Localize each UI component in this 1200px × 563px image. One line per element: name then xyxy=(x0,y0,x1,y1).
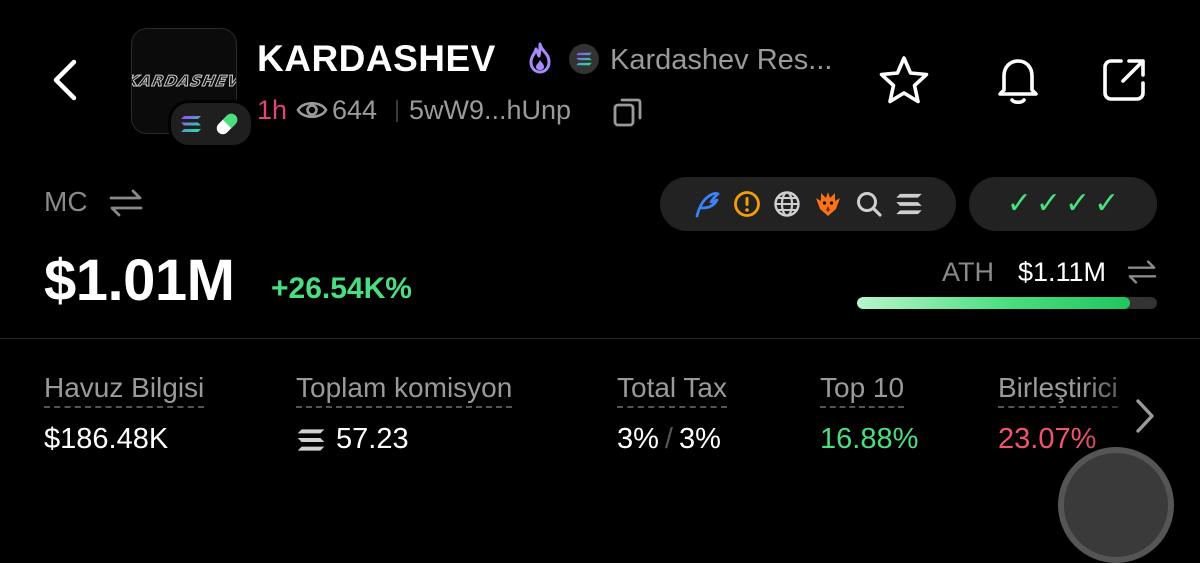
section-divider xyxy=(0,338,1200,339)
bell-icon xyxy=(998,59,1038,105)
chevron-right-icon xyxy=(1136,399,1154,433)
top10-value: 16.88% xyxy=(820,423,919,455)
external-link-icon xyxy=(1103,59,1145,101)
token-age: 1h xyxy=(257,95,288,125)
check-icon: ✓ xyxy=(1035,187,1061,220)
total-commission-value: 57.23 xyxy=(296,423,409,456)
solana-icon[interactable] xyxy=(895,192,923,216)
scroll-right-button[interactable] xyxy=(1134,398,1156,439)
token-title: KARDASHEV xyxy=(257,38,496,79)
chain-badge xyxy=(168,100,254,148)
swap-arrows-icon xyxy=(1127,260,1157,284)
total-tax-value: 3%/3% xyxy=(617,423,721,455)
share-button[interactable] xyxy=(1094,50,1154,110)
buy-tax: 3% xyxy=(617,423,659,455)
solana-icon xyxy=(297,428,325,451)
sell-tax: 3% xyxy=(678,423,721,455)
swap-arrows-icon xyxy=(109,189,143,217)
audit-links[interactable] xyxy=(660,177,956,231)
total-commission-amount: 57.23 xyxy=(336,423,409,455)
avatar-logo: KARDASHEV xyxy=(131,72,237,91)
favorite-button[interactable] xyxy=(874,50,934,110)
ath-progress-fill xyxy=(857,297,1130,309)
feather-icon[interactable] xyxy=(693,190,721,218)
check-icon: ✓ xyxy=(1006,187,1032,220)
pool-info-value: $186.48K xyxy=(44,423,169,455)
project-name-link[interactable]: Kardashev Res... xyxy=(610,44,832,77)
search-icon[interactable] xyxy=(855,190,883,218)
total-commission-label[interactable]: Toplam komisyon xyxy=(296,372,513,408)
pool-info-label[interactable]: Havuz Bilgisi xyxy=(44,372,205,408)
warning-icon[interactable] xyxy=(733,190,761,218)
fire-icon xyxy=(526,42,554,79)
market-cap-value: $1.01M xyxy=(44,248,235,313)
eye-icon xyxy=(296,97,328,128)
copy-icon xyxy=(613,98,642,127)
back-button[interactable] xyxy=(40,55,90,105)
contract-address[interactable]: 5wW9...hUnp xyxy=(409,95,571,126)
total-tax-label[interactable]: Total Tax xyxy=(617,372,727,408)
ath-progress-bar xyxy=(857,297,1157,309)
solana-icon xyxy=(181,116,201,132)
globe-icon[interactable] xyxy=(773,190,801,218)
pill-icon xyxy=(216,113,238,135)
market-cap-label: MC xyxy=(44,186,88,217)
market-cap-change: +26.54K% xyxy=(271,272,412,305)
copy-button[interactable] xyxy=(612,96,644,133)
alert-button[interactable] xyxy=(988,50,1048,110)
check-icon: ✓ xyxy=(1094,187,1120,220)
view-count: 644 xyxy=(332,95,378,125)
ath-label: ATH xyxy=(942,257,994,287)
ath-value: $1.11M xyxy=(1018,257,1107,287)
floating-action-button[interactable] xyxy=(1058,447,1174,563)
project-solana-icon xyxy=(569,44,599,74)
mc-swap-button[interactable] xyxy=(108,188,144,223)
divider xyxy=(396,100,398,122)
security-checks[interactable]: ✓ ✓ ✓ ✓ xyxy=(969,177,1157,231)
ath-swap-button[interactable] xyxy=(1126,259,1158,290)
star-icon xyxy=(879,56,929,104)
check-icon: ✓ xyxy=(1065,187,1091,220)
eagle-icon[interactable] xyxy=(813,189,843,219)
top10-label[interactable]: Top 10 xyxy=(820,372,905,408)
chevron-left-icon xyxy=(53,59,77,101)
